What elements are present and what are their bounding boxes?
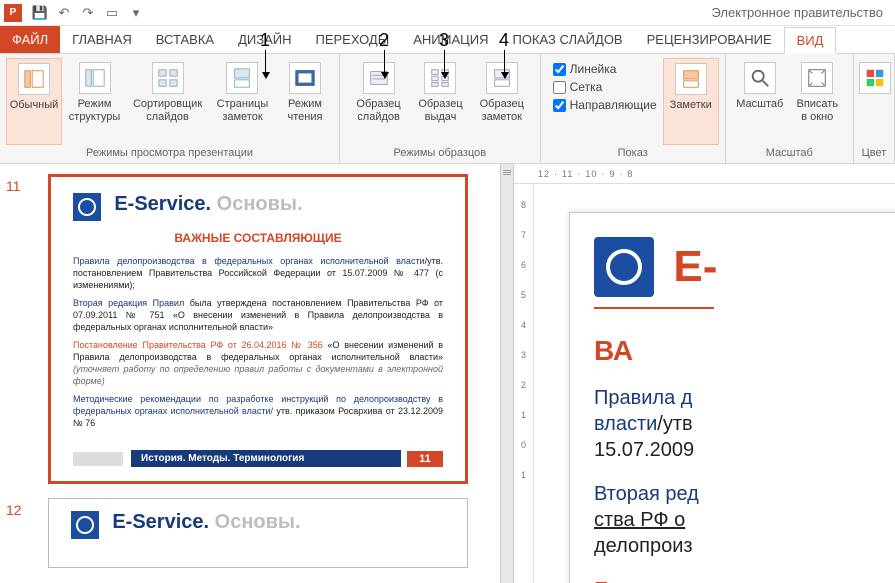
- slide-thumbnail-11[interactable]: E-Service. Основы. ВАЖНЫЕ СОСТАВЛЯЮЩИЕ П…: [48, 174, 468, 484]
- tab-file[interactable]: ФАЙЛ: [0, 26, 60, 53]
- notes-page-button[interactable]: Страницы заметок: [208, 58, 277, 145]
- group-presentation-views: Обычный Режим структуры Сортировщик слай…: [0, 54, 340, 163]
- slide-number-12: 12: [6, 502, 22, 518]
- group-color: Цвет: [854, 54, 895, 163]
- big-para-1: Правила д власти/утв 15.07.2009: [594, 385, 880, 463]
- handout-master-button[interactable]: Образец выдач: [411, 58, 470, 145]
- tab-home[interactable]: ГЛАВНАЯ: [60, 26, 144, 53]
- grid-checkbox[interactable]: Сетка: [553, 80, 657, 94]
- big-para-3: Постанов: [594, 577, 880, 583]
- tab-view[interactable]: ВИД: [784, 27, 837, 54]
- fit-to-window-button[interactable]: Вписать в окно: [788, 58, 847, 145]
- ribbon: Обычный Режим структуры Сортировщик слай…: [0, 54, 895, 164]
- slide-footer: История. Методы. Терминология 11: [73, 450, 443, 467]
- quick-access-toolbar: P 💾 ↶ ↷ ▭ ▾ Электронное правительство: [0, 0, 895, 26]
- slide-para-2: Вторая редакция Правил была утверждена п…: [73, 297, 443, 333]
- tab-review[interactable]: РЕЦЕНЗИРОВАНИЕ: [635, 26, 784, 53]
- tab-slideshow[interactable]: ПОКАЗ СЛАЙДОВ: [501, 26, 635, 53]
- group-zoom: Масштаб Вписать в окно Масштаб: [726, 54, 854, 163]
- brand-logo-icon-2: [71, 511, 99, 539]
- slide-brand: E-Service. Основы.: [73, 193, 443, 221]
- powerpoint-logo: P: [4, 4, 22, 22]
- qat-more-icon[interactable]: ▾: [127, 4, 145, 22]
- group-show: Линейка Сетка Направляющие Заметки Показ: [541, 54, 726, 163]
- color-button[interactable]: [860, 58, 890, 145]
- group-label-color: Цвет: [860, 145, 888, 163]
- ribbon-tabs: ФАЙЛ ГЛАВНАЯ ВСТАВКА ДИЗАЙН ПЕРЕХОДЫ АНИ…: [0, 26, 895, 54]
- pane-splitter[interactable]: [500, 164, 514, 583]
- horizontal-ruler[interactable]: 12· 11· 10· 9· 8: [514, 164, 895, 184]
- slide-thumbnail-12[interactable]: E-Service. Основы.: [48, 498, 468, 568]
- notes-button[interactable]: Заметки: [663, 58, 719, 145]
- slideshow-icon[interactable]: ▭: [103, 4, 121, 22]
- group-label-zoom: Масштаб: [732, 145, 847, 163]
- guides-checkbox[interactable]: Направляющие: [553, 98, 657, 112]
- brand-underline: [594, 307, 714, 309]
- brand-logo-icon: [73, 193, 101, 221]
- slide-canvas[interactable]: E- ВА Правила д власти/утв 15.07.2009 Вт…: [569, 212, 895, 583]
- slide-master-button[interactable]: Образец слайдов: [346, 58, 411, 145]
- group-label-masters: Режимы образцов: [346, 145, 534, 163]
- fit-to-window-icon: [801, 62, 833, 94]
- tab-transitions[interactable]: ПЕРЕХОДЫ: [304, 26, 402, 53]
- normal-view-button[interactable]: Обычный: [6, 58, 62, 145]
- slide-para-4: Методические рекомендации по разработке …: [73, 393, 443, 429]
- slide-para-1: Правила делопроизводства в федеральных о…: [73, 255, 443, 291]
- big-brand-row: E-: [594, 237, 880, 297]
- big-para-2: Вторая ред ства РФ о делопроиз: [594, 481, 880, 559]
- save-icon[interactable]: 💾: [31, 4, 49, 22]
- slide-heading: ВАЖНЫЕ СОСТАВЛЯЮЩИЕ: [73, 231, 443, 245]
- outline-view-button[interactable]: Режим структуры: [62, 58, 127, 145]
- color-icon: [859, 62, 891, 94]
- slide-sorter-icon: [152, 62, 184, 94]
- normal-view-icon: [18, 63, 50, 95]
- zoom-button[interactable]: Масштаб: [732, 58, 788, 145]
- group-label-views: Режимы просмотра презентации: [6, 145, 333, 163]
- slide-master-icon: [363, 62, 395, 94]
- big-brand-logo-icon: [594, 237, 654, 297]
- thumbnail-pane[interactable]: 11 E-Service. Основы. ВАЖНЫЕ СОСТАВЛЯЮЩИ…: [0, 164, 500, 583]
- footer-red-box: 11: [407, 451, 443, 467]
- slide-sorter-button[interactable]: Сортировщик слайдов: [127, 58, 208, 145]
- vertical-ruler[interactable]: 8 7 6 5 4 3 2 1 0 1: [514, 184, 534, 583]
- grid-checkbox-input[interactable]: [553, 81, 566, 94]
- ruler-checkbox[interactable]: Линейка: [553, 62, 657, 76]
- redo-icon[interactable]: ↷: [79, 4, 97, 22]
- tab-design[interactable]: ДИЗАЙН: [226, 26, 303, 53]
- outline-view-icon: [79, 62, 111, 94]
- zoom-icon: [744, 62, 776, 94]
- notes-icon: [675, 63, 707, 95]
- slide-number-11: 11: [6, 178, 21, 194]
- notes-master-icon: [486, 62, 518, 94]
- document-title: Электронное правительство: [712, 5, 883, 20]
- reading-view-button[interactable]: Режим чтения: [277, 58, 333, 145]
- group-label-show: Показ: [547, 145, 719, 163]
- show-checkboxes: Линейка Сетка Направляющие: [547, 58, 663, 145]
- reading-view-icon: [289, 62, 321, 94]
- footer-blue-box: История. Методы. Терминология: [131, 450, 401, 467]
- slide-para-3: Постановление Правительства РФ от 26.04.…: [73, 339, 443, 387]
- workspace: 11 E-Service. Основы. ВАЖНЫЕ СОСТАВЛЯЮЩИ…: [0, 164, 895, 583]
- footer-grey-box: [73, 452, 123, 466]
- guides-checkbox-input[interactable]: [553, 99, 566, 112]
- group-master-views: Образец слайдов Образец выдач Образец за…: [340, 54, 541, 163]
- big-heading: ВА: [594, 335, 880, 367]
- notes-master-button[interactable]: Образец заметок: [470, 58, 534, 145]
- ruler-checkbox-input[interactable]: [553, 63, 566, 76]
- handout-master-icon: [424, 62, 456, 94]
- slide-edit-pane[interactable]: 12· 11· 10· 9· 8 8 7 6 5 4 3 2 1 0 1 E- …: [514, 164, 895, 583]
- notes-page-icon: [226, 62, 258, 94]
- undo-icon[interactable]: ↶: [55, 4, 73, 22]
- splitter-grip-icon: [503, 170, 511, 178]
- tab-animations[interactable]: АНИМАЦИЯ: [401, 26, 500, 53]
- tab-insert[interactable]: ВСТАВКА: [144, 26, 226, 53]
